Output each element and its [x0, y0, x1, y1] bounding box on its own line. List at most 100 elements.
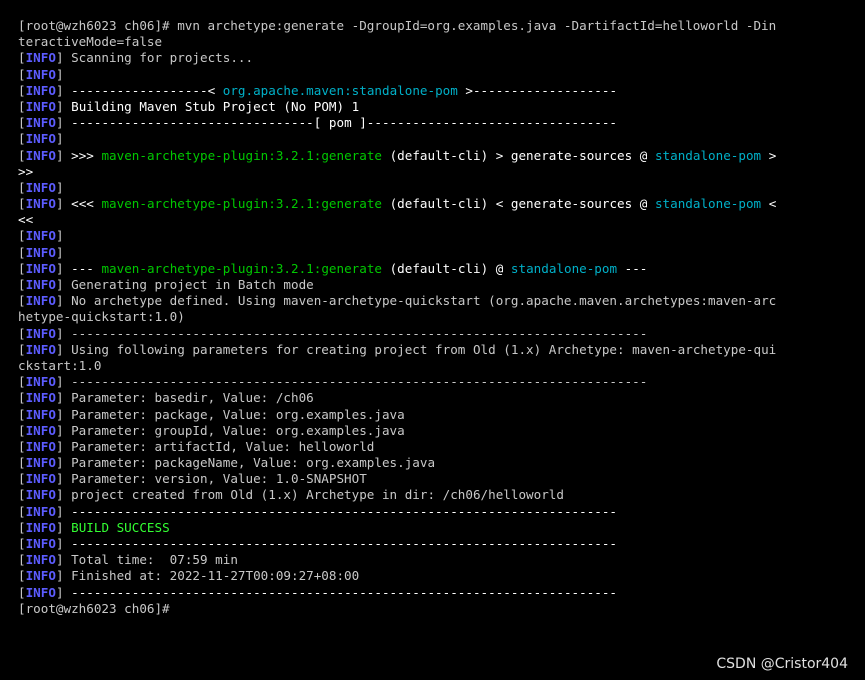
terminal-text: ]	[55, 228, 64, 244]
info-tag: INFO	[25, 228, 56, 244]
terminal-line: [INFO] ---------------------------------…	[18, 536, 848, 552]
tag-bracket: [	[18, 82, 26, 98]
info-tag: INFO	[25, 341, 56, 357]
terminal-line: <<	[18, 212, 848, 228]
terminal-window[interactable]: [root@wzh6023 ch06]# mvn archetype:gener…	[0, 0, 865, 680]
terminal-line: [INFO] Parameter: version, Value: 1.0-SN…	[18, 471, 848, 487]
terminal-text: >-------------------	[457, 82, 618, 98]
info-tag: INFO	[25, 471, 56, 487]
terminal-text: teractiveMode=false	[18, 34, 163, 50]
tag-bracket: [	[18, 131, 26, 147]
info-tag: INFO	[25, 50, 56, 66]
terminal-text: ] project created from Old (1.x) Archety…	[55, 487, 564, 503]
terminal-text: ]	[55, 147, 72, 163]
tag-bracket: [	[18, 50, 26, 66]
terminal-line: [INFO] >>> maven-archetype-plugin:3.2.1:…	[18, 148, 848, 164]
info-tag: INFO	[25, 293, 56, 309]
plugin-name: maven-archetype-plugin:3.2.1:generate	[101, 196, 382, 212]
tag-bracket: [	[18, 179, 26, 195]
info-tag: INFO	[25, 519, 56, 535]
terminal-text: [root@wzh6023 ch06]# mvn archetype:gener…	[18, 18, 777, 33]
info-tag: INFO	[25, 455, 56, 471]
terminal-text: ---	[71, 260, 102, 276]
terminal-line: [INFO] --- maven-archetype-plugin:3.2.1:…	[18, 261, 848, 277]
terminal-line: [INFO] BUILD SUCCESS	[18, 520, 848, 536]
info-tag: INFO	[25, 277, 56, 292]
project-name: standalone-pom	[654, 147, 762, 163]
tag-bracket: [	[18, 66, 26, 82]
info-tag: INFO	[25, 422, 56, 438]
info-tag: INFO	[25, 147, 56, 163]
info-tag: INFO	[25, 390, 56, 406]
terminal-line: [INFO] Building Maven Stub Project (No P…	[18, 99, 848, 115]
terminal-line: [INFO] Parameter: packageName, Value: or…	[18, 455, 848, 471]
terminal-text: ] Parameter: basedir, Value: /ch06	[55, 390, 314, 406]
terminal-line: [INFO] Scanning for projects...	[18, 50, 848, 66]
terminal-text: ] Parameter: package, Value: org.example…	[55, 406, 405, 422]
terminal-line: [INFO] ---------------------------------…	[18, 585, 848, 601]
terminal-text: ] Generating project in Batch mode	[55, 277, 314, 292]
terminal-text: ] No archetype defined. Using maven-arch…	[55, 293, 777, 309]
info-tag: INFO	[25, 438, 56, 454]
terminal-text: hetype-quickstart:1.0)	[18, 309, 185, 325]
terminal-text: ]	[55, 244, 64, 260]
terminal-line: [INFO]	[18, 67, 848, 83]
info-tag: INFO	[25, 179, 56, 195]
terminal-text: ]	[55, 196, 72, 212]
terminal-line: [INFO]	[18, 180, 848, 196]
tag-bracket: [	[18, 147, 26, 163]
terminal-text: ] Using following parameters for creatin…	[55, 341, 777, 357]
terminal-text: ] --------------------------------------…	[55, 374, 648, 390]
terminal-text: ]	[55, 519, 72, 535]
tag-bracket: [	[18, 115, 26, 131]
info-tag: INFO	[25, 98, 56, 114]
info-tag: INFO	[25, 82, 56, 98]
terminal-line: [INFO] No archetype defined. Using maven…	[18, 293, 848, 309]
terminal-text: >	[761, 147, 777, 163]
tag-bracket: [	[18, 277, 26, 292]
tag-bracket: [	[18, 471, 26, 487]
info-tag: INFO	[25, 115, 56, 131]
terminal-text: ]	[55, 131, 64, 147]
terminal-text: --------------------------------[ pom ]-…	[71, 115, 618, 131]
terminal-text: ----------------------------------------…	[71, 536, 618, 551]
tag-bracket: [	[18, 228, 26, 244]
terminal-text: (default-cli) @	[382, 260, 511, 276]
terminal-line: [INFO]	[18, 131, 848, 147]
info-tag: INFO	[25, 552, 56, 568]
terminal-line: [INFO]	[18, 228, 848, 244]
terminal-text: (default-cli) > generate-sources @	[382, 147, 655, 163]
terminal-text: ] Total time: 07:59 min	[55, 552, 238, 568]
terminal-line: [INFO] Parameter: package, Value: org.ex…	[18, 407, 848, 423]
terminal-line: [INFO] <<< maven-archetype-plugin:3.2.1:…	[18, 196, 848, 212]
info-tag: INFO	[25, 260, 56, 276]
tag-bracket: [	[18, 519, 26, 535]
tag-bracket: [	[18, 552, 26, 568]
terminal-line: [INFO] ---------------------------------…	[18, 326, 848, 342]
terminal-line: teractiveMode=false	[18, 34, 848, 50]
terminal-text: ]	[55, 536, 72, 551]
terminal-line: [INFO] Finished at: 2022-11-27T00:09:27+…	[18, 568, 848, 584]
tag-bracket: [	[18, 98, 26, 114]
terminal-text: ] Parameter: version, Value: 1.0-SNAPSHO…	[55, 471, 367, 487]
terminal-text: ------------------<	[71, 82, 223, 98]
terminal-text: ]	[55, 115, 72, 131]
build-status: BUILD SUCCESS	[71, 519, 170, 535]
terminal-line: [INFO] ------------------< org.apache.ma…	[18, 83, 848, 99]
project-name: standalone-pom	[654, 196, 762, 212]
terminal-line: [INFO] ---------------------------------…	[18, 504, 848, 520]
terminal-text: <<	[18, 212, 34, 228]
tag-bracket: [	[18, 196, 26, 212]
terminal-text: ] Scanning for projects...	[55, 50, 254, 66]
terminal-text: <<<	[71, 196, 102, 212]
terminal-line: [INFO] Generating project in Batch mode	[18, 277, 848, 293]
tag-bracket: [	[18, 325, 26, 341]
tag-bracket: [	[18, 487, 26, 503]
terminal-line: ckstart:1.0	[18, 358, 848, 374]
terminal-text: ]	[55, 66, 64, 82]
terminal-text: ]	[55, 584, 72, 600]
tag-bracket: [	[18, 438, 26, 454]
info-tag: INFO	[25, 374, 56, 390]
plugin-name: maven-archetype-plugin:3.2.1:generate	[101, 147, 382, 163]
terminal-text: ----------------------------------------…	[71, 584, 618, 600]
